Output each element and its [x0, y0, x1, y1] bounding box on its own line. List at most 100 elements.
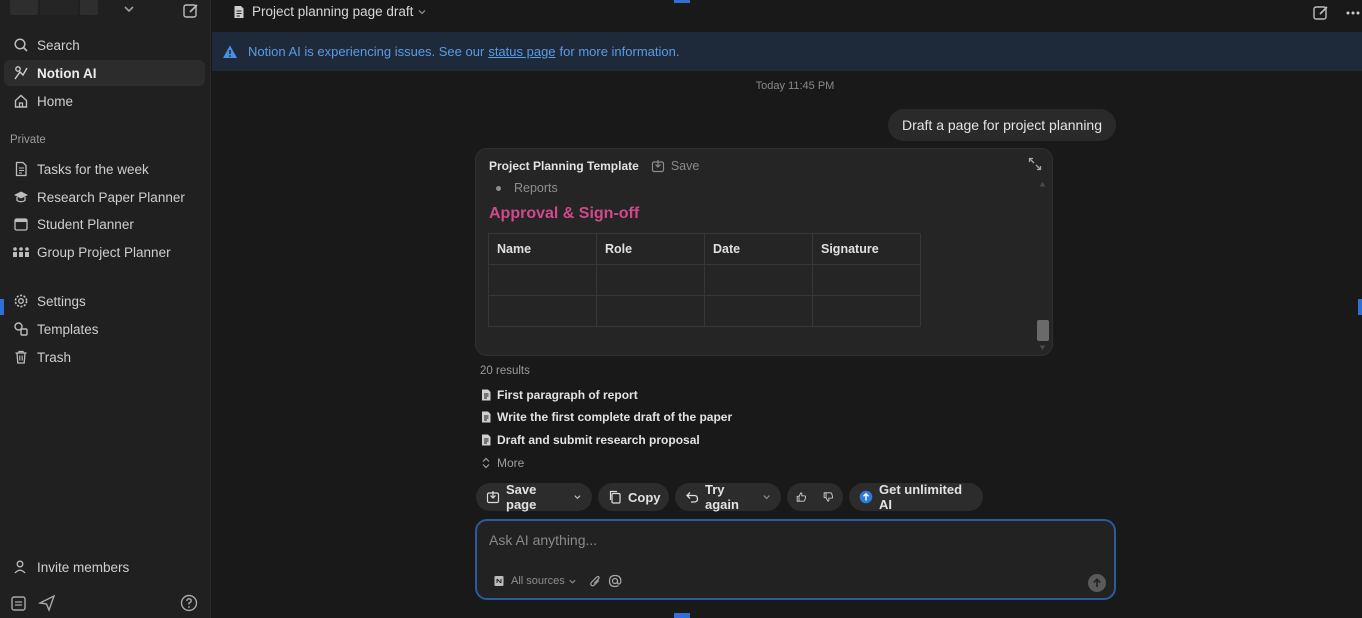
warning-icon [223, 45, 237, 58]
ask-toolbar: All sources [493, 574, 622, 588]
send-mail-icon[interactable] [38, 594, 56, 612]
ask-ai-box: All sources [475, 519, 1116, 600]
result-item[interactable]: Write the first complete draft of the pa… [481, 410, 732, 424]
sidebar-page-group[interactable]: Group Project Planner [4, 239, 205, 265]
table-cell [812, 295, 921, 327]
save-page-button[interactable]: Save page [476, 482, 592, 512]
sources-selector[interactable]: All sources [493, 575, 577, 587]
invite-members-button[interactable]: Invite members [4, 554, 205, 580]
sidebar-item-notion-ai[interactable]: Notion AI [4, 60, 205, 86]
resize-handle-left[interactable] [0, 299, 4, 315]
table-header-name: Name [488, 233, 597, 265]
arrow-up-icon [1093, 578, 1101, 587]
table-header-row: Name Role Date Signature [488, 233, 921, 265]
chevron-down-icon[interactable] [122, 2, 136, 16]
sidebar-item-label: Search [37, 37, 80, 53]
sidebar-item-trash[interactable]: Trash [4, 344, 205, 370]
banner-text-after: for more information. [559, 44, 680, 59]
invite-members-label: Invite members [37, 559, 130, 575]
help-icon[interactable] [180, 594, 198, 612]
preview-header: Project Planning Template Save [489, 159, 699, 173]
mention-icon[interactable] [608, 574, 622, 588]
sources-icon [493, 575, 505, 587]
page-icon [234, 5, 244, 18]
result-item-label: First paragraph of report [497, 388, 638, 402]
templates-icon [12, 320, 30, 338]
table-row [488, 264, 921, 296]
status-page-link[interactable]: status page [488, 44, 555, 59]
table-row [488, 295, 921, 327]
resize-handle-bottom[interactable] [674, 613, 690, 618]
more-options-icon[interactable] [1344, 4, 1362, 22]
trash-icon [12, 348, 30, 366]
copy-icon [608, 490, 622, 504]
chevron-down-icon [418, 9, 426, 14]
calendar-icon [12, 215, 30, 233]
result-item-label: Write the first complete draft of the pa… [497, 410, 733, 424]
paperclip-icon[interactable] [589, 575, 602, 588]
bullet-text: Reports [514, 181, 558, 195]
new-chat-icon[interactable] [1312, 4, 1330, 22]
table-cell [596, 295, 705, 327]
thumbs-down-icon[interactable] [823, 490, 834, 504]
page-icon [482, 411, 491, 423]
preview-title: Project Planning Template [489, 159, 639, 173]
sidebar-page-student[interactable]: Student Planner [4, 211, 205, 237]
page-icon [482, 389, 491, 401]
send-button[interactable] [1088, 574, 1106, 592]
scroll-down-arrow-icon[interactable] [1039, 345, 1046, 351]
sidebar-item-home[interactable]: Home [4, 88, 205, 114]
sidebar-item-settings[interactable]: Settings [4, 288, 205, 314]
sidebar-item-label: Settings [37, 293, 86, 309]
expand-icon[interactable] [1028, 157, 1042, 171]
bullet-dot [496, 185, 501, 191]
sidebar-item-label: Student Planner [37, 216, 134, 232]
table-header-signature: Signature [812, 233, 921, 265]
ai-status-banner: Notion AI is experiencing issues. See ou… [212, 32, 1362, 71]
chevron-down-icon[interactable] [573, 492, 582, 502]
new-page-icon[interactable] [182, 2, 200, 20]
save-icon [651, 160, 664, 173]
try-again-button[interactable]: Try again [675, 482, 781, 512]
sidebar-item-label: Group Project Planner [37, 244, 171, 260]
result-item[interactable]: First paragraph of report [481, 388, 638, 402]
page-title: Project planning page draft [252, 4, 414, 19]
get-unlimited-ai-button[interactable]: Get unlimited AI [849, 482, 983, 512]
sidebar-item-search[interactable]: Search [4, 32, 205, 58]
search-icon [12, 36, 30, 54]
try-again-label: Try again [705, 482, 739, 512]
people-icon [12, 243, 30, 261]
sidebar-bottom-bar [10, 594, 200, 612]
sidebar-item-label: Home [37, 93, 74, 109]
workspace-switcher[interactable] [10, 0, 205, 22]
results-count: 20 results [480, 365, 530, 377]
user-message: Draft a page for project planning [887, 109, 1116, 141]
table-cell [488, 295, 597, 327]
table-header-role: Role [596, 233, 705, 265]
resize-handle-right[interactable] [1358, 299, 1362, 315]
save-page-label: Save page [506, 482, 537, 512]
graduation-cap-icon [12, 188, 30, 206]
page-title-button[interactable]: Project planning page draft [232, 4, 427, 19]
thumbs-up-icon[interactable] [796, 490, 807, 504]
sidebar-item-label: Notion AI [37, 65, 97, 81]
ask-ai-input[interactable] [489, 532, 1069, 548]
chevron-down-icon [569, 579, 576, 584]
copy-button[interactable]: Copy [598, 483, 669, 511]
more-results-button[interactable]: More [481, 456, 524, 470]
sidebar-page-research[interactable]: Research Paper Planner [4, 184, 205, 210]
scroll-up-arrow-icon[interactable] [1039, 181, 1046, 187]
sidebar-item-label: Tasks for the week [37, 161, 149, 177]
calendar-app-icon[interactable] [10, 594, 28, 612]
preview-save-button[interactable]: Save [651, 159, 700, 173]
workspace-name-placeholder [40, 0, 78, 15]
preview-scrollbar-thumb[interactable] [1037, 320, 1049, 341]
result-item[interactable]: Draft and submit research proposal [481, 433, 700, 447]
resize-handle-top[interactable] [674, 0, 690, 3]
more-label: More [497, 456, 525, 470]
preview-save-label: Save [670, 159, 700, 173]
save-icon [486, 490, 500, 504]
sidebar-item-templates[interactable]: Templates [4, 316, 205, 342]
sidebar-page-tasks[interactable]: Tasks for the week [4, 156, 205, 182]
table-cell [704, 264, 813, 296]
